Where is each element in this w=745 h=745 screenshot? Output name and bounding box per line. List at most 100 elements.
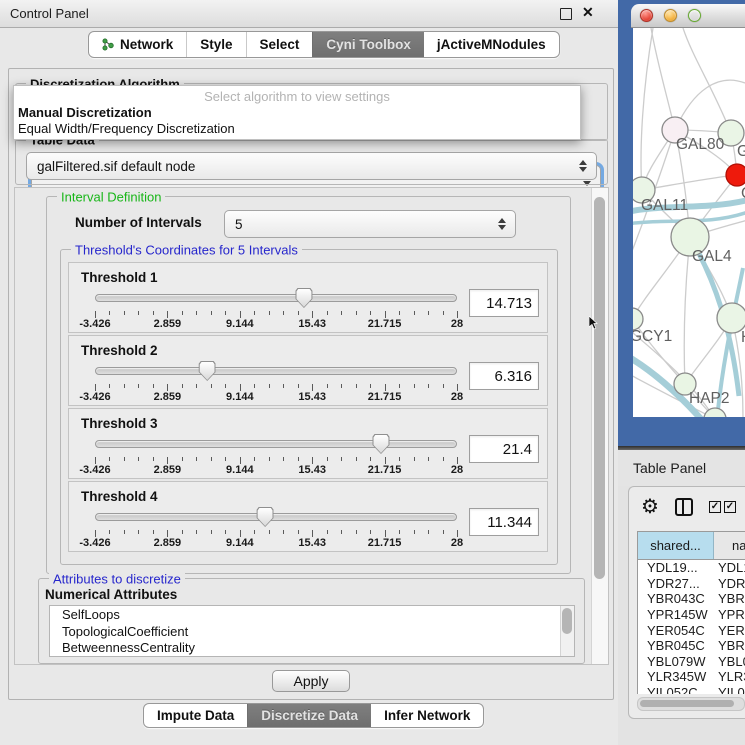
tab-cyni-toolbox[interactable]: Cyni Toolbox	[312, 32, 424, 57]
number-of-intervals-spinner[interactable]: 5	[224, 210, 516, 238]
threshold-slider[interactable]: -3.4262.8599.14415.4321.71528	[95, 506, 457, 548]
table-cell: YBR0	[714, 638, 745, 653]
threshold-value-field[interactable]	[469, 289, 539, 317]
network-edge[interactable]	[684, 237, 690, 384]
tick-mark	[95, 384, 96, 391]
zoom-traffic-light[interactable]	[688, 9, 701, 22]
tick-label: 15.43	[298, 537, 326, 549]
table-cell: YBR0	[714, 591, 745, 606]
tick-label: -3.426	[79, 537, 110, 549]
attribute-list-item[interactable]: TopologicalCoefficient	[50, 624, 574, 641]
threshold-value-field[interactable]	[469, 435, 539, 463]
network-edge[interactable]	[642, 175, 737, 190]
tick-label: 15.43	[298, 318, 326, 330]
dropdown-option[interactable]: Equal Width/Frequency Discretization	[14, 121, 580, 137]
network-node-gcy1[interactable]	[633, 308, 643, 330]
table-row[interactable]: YPR145WYPR1	[638, 607, 745, 623]
table-row[interactable]: YIL052CYIL0	[638, 685, 745, 694]
threshold-value-field[interactable]	[469, 508, 539, 536]
tick-mark	[370, 311, 371, 315]
float-window-icon[interactable]	[560, 8, 572, 20]
tab-label: Network	[120, 37, 173, 52]
network-node-c[interactable]	[726, 164, 745, 186]
slider-track[interactable]	[95, 513, 457, 521]
attributes-listbox[interactable]: SelfLoopsTopologicalCoefficientBetweenne…	[49, 605, 575, 657]
table-row[interactable]: YLR345WYLR3	[638, 669, 745, 685]
tick-mark	[240, 530, 241, 537]
scrollbar-thumb[interactable]	[594, 197, 605, 579]
slider-thumb[interactable]	[199, 361, 216, 381]
threshold-slider[interactable]: -3.4262.8599.14415.4321.71528	[95, 287, 457, 329]
table-cell: YDR2	[714, 576, 745, 591]
tab-impute-data[interactable]: Impute Data	[144, 704, 247, 727]
checkbox-icon[interactable]: ✓	[709, 501, 721, 513]
table-panel-body: ⚙ ✓ ✓ shared...na YDL19...YDL1YDR27...YD…	[628, 486, 745, 719]
table-row[interactable]: YER054CYER0	[638, 622, 745, 638]
slider-track[interactable]	[95, 440, 457, 448]
tick-mark	[283, 457, 284, 461]
checkbox-icon[interactable]: ✓	[724, 501, 736, 513]
scrollbar-thumb[interactable]	[640, 700, 734, 707]
network-canvas[interactable]: GACGAL80GAL11GAL4GCY1HHAP2	[633, 28, 745, 417]
table-row[interactable]: YDL19...YDL1	[638, 560, 745, 576]
tick-mark	[385, 457, 386, 464]
threshold-label: Threshold 4	[69, 482, 547, 504]
tab-jactivemnodules[interactable]: jActiveMNodules	[424, 32, 559, 57]
column-header[interactable]: na	[714, 532, 745, 559]
horizontal-scrollbar[interactable]	[637, 697, 745, 711]
tab-network[interactable]: Network	[89, 32, 186, 57]
threshold-slider[interactable]: -3.4262.8599.14415.4321.71528	[95, 360, 457, 402]
network-edge[interactable]	[651, 28, 675, 130]
minimize-traffic-light[interactable]	[664, 9, 677, 22]
table-row[interactable]: YBL079WYBL0	[638, 654, 745, 670]
control-panel-titlebar: Control Panel ✕	[0, 0, 618, 28]
threshold-slider[interactable]: -3.4262.8599.14415.4321.71528	[95, 433, 457, 475]
table-row[interactable]: YDR27...YDR2	[638, 576, 745, 592]
slider-track[interactable]	[95, 294, 457, 302]
tab-infer-network[interactable]: Infer Network	[371, 704, 483, 727]
close-icon[interactable]: ✕	[582, 4, 594, 21]
tick-mark	[312, 384, 313, 391]
right-region: GACGAL80GAL11GAL4GCY1HHAP2 Table Panel ⚙…	[618, 0, 745, 745]
slider-track[interactable]	[95, 367, 457, 375]
tick-label: 2.859	[154, 537, 182, 549]
threshold-value-field[interactable]	[469, 362, 539, 390]
attribute-list-item[interactable]: SelfLoops	[50, 607, 574, 624]
network-edge[interactable]	[641, 28, 653, 190]
algorithm-dropdown-popup: Select algorithm to view settings Manual…	[13, 85, 581, 140]
spinner-arrows-icon	[497, 218, 506, 230]
scrollbar-thumb[interactable]	[562, 608, 572, 634]
attribute-list-item[interactable]: BetweennessCentrality	[50, 640, 574, 657]
gear-icon[interactable]: ⚙	[641, 494, 659, 519]
tick-mark	[312, 457, 313, 464]
split-columns-icon[interactable]	[675, 498, 693, 516]
tick-mark	[428, 457, 429, 461]
tick-mark	[298, 457, 299, 461]
tab-discretize-data[interactable]: Discretize Data	[247, 704, 371, 727]
tick-label: 15.43	[298, 464, 326, 476]
tick-label: 9.144	[226, 537, 254, 549]
list-scrollbar[interactable]	[560, 606, 574, 656]
table-data-combobox[interactable]: galFiltered.sif default node	[26, 152, 597, 180]
slider-thumb[interactable]	[372, 434, 389, 454]
table-row[interactable]: YBR045CYBR0	[638, 638, 745, 654]
tick-mark	[182, 311, 183, 315]
table-data-value: galFiltered.sif default node	[27, 159, 578, 174]
tab-style[interactable]: Style	[186, 32, 245, 57]
panel-scrollbar[interactable]	[591, 188, 608, 664]
tick-mark	[399, 457, 400, 461]
table-row[interactable]: YBR043CYBR0	[638, 591, 745, 607]
tab-select[interactable]: Select	[246, 32, 313, 57]
apply-button[interactable]: Apply	[272, 670, 350, 692]
dropdown-option[interactable]: Manual Discretization	[14, 105, 580, 121]
close-traffic-light[interactable]	[640, 9, 653, 22]
column-header[interactable]: shared...	[638, 532, 714, 559]
slider-thumb[interactable]	[295, 288, 312, 308]
node-table[interactable]: shared...na YDL19...YDL1YDR27...YDR2YBR0…	[637, 531, 745, 694]
slider-thumb[interactable]	[257, 507, 274, 527]
network-window-titlebar[interactable]	[631, 4, 745, 28]
tick-label: 28	[451, 318, 463, 330]
threshold-label: Threshold 1	[69, 263, 547, 285]
tick-mark	[443, 311, 444, 315]
table-cell: YDL19...	[638, 560, 714, 575]
